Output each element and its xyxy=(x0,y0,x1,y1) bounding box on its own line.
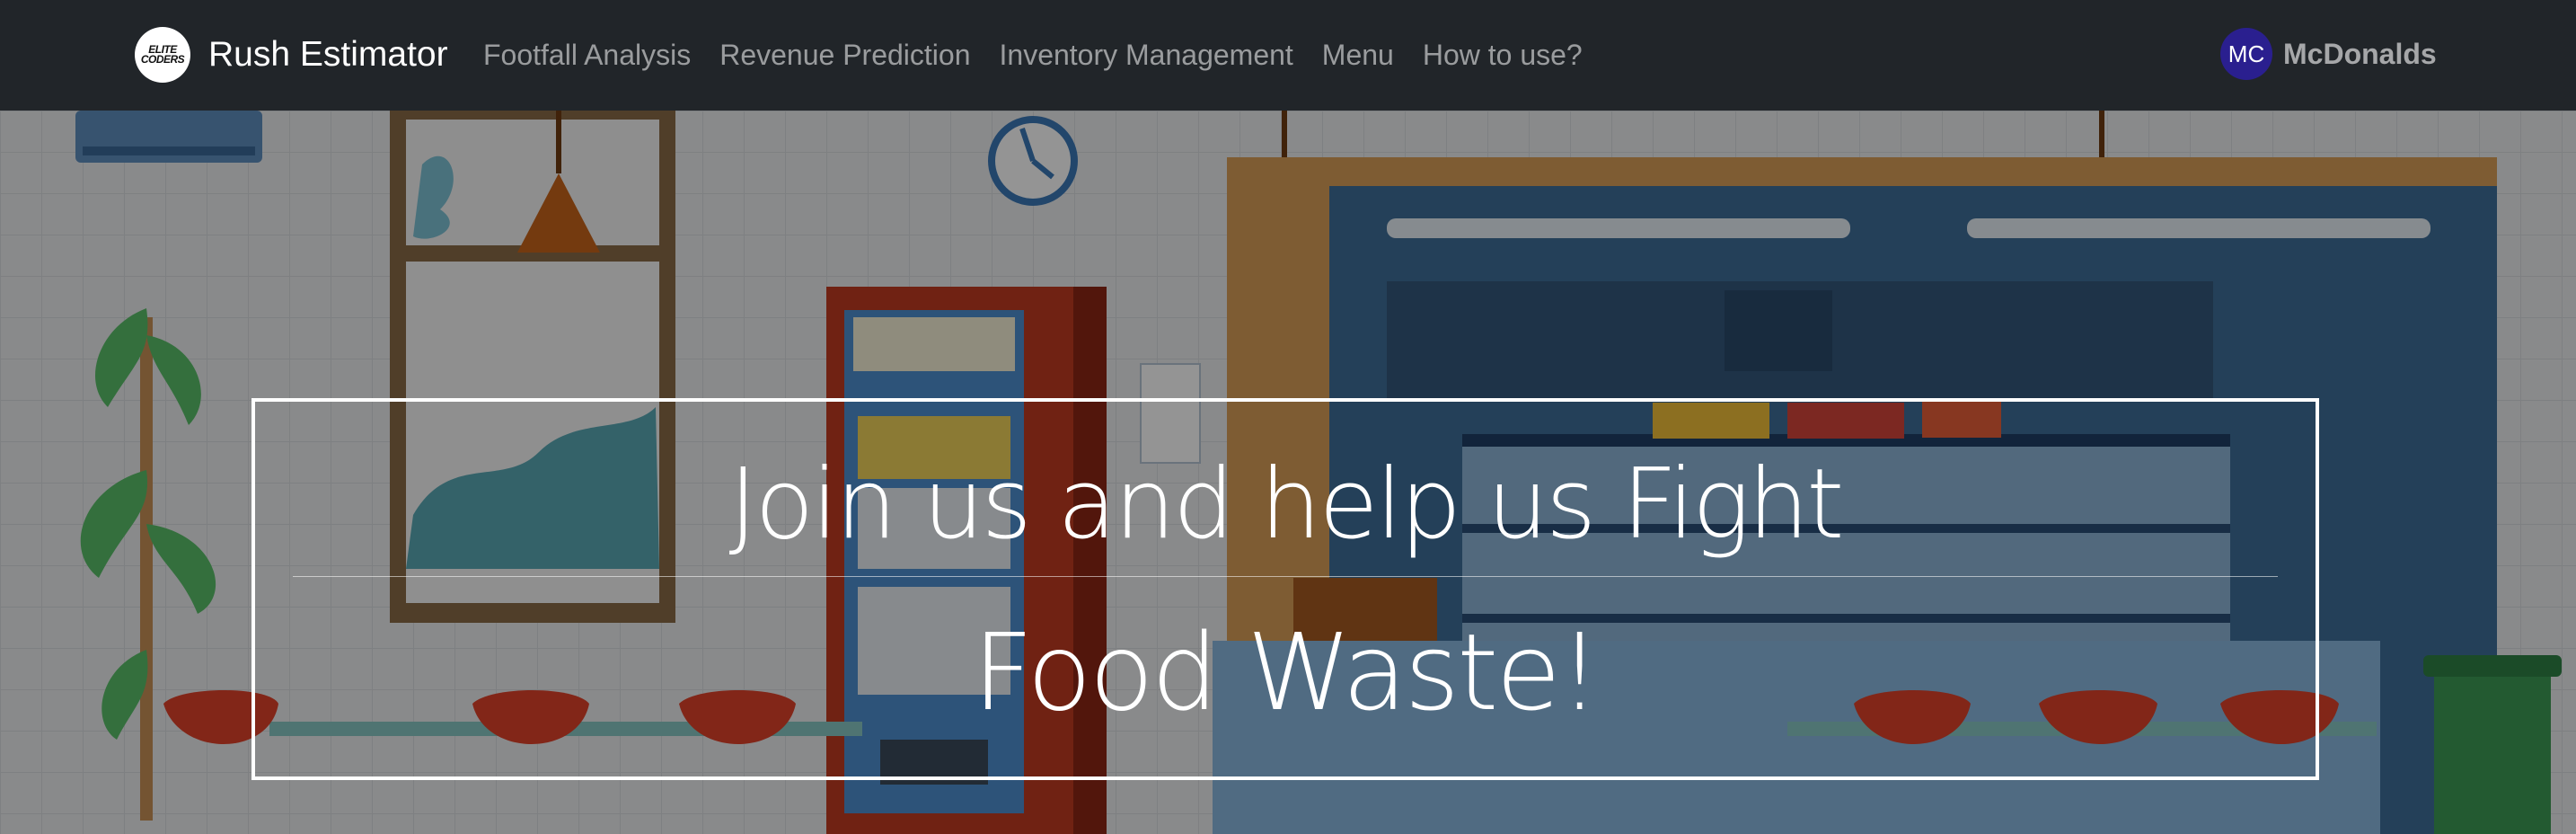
nav-link-revenue-prediction[interactable]: Revenue Prediction xyxy=(719,34,970,75)
elite-coders-logo: ELITE CODERS xyxy=(135,27,190,83)
nav-link-how-to-use[interactable]: How to use? xyxy=(1423,34,1583,75)
hero-banner: Join us and help us Fight Food Waste! xyxy=(0,111,2576,834)
hero-headline-line2: Food Waste! xyxy=(972,610,1601,734)
brand-link[interactable]: ELITE CODERS Rush Estimator xyxy=(135,27,448,83)
nav-link-inventory-management[interactable]: Inventory Management xyxy=(1000,34,1293,75)
user-name: McDonalds xyxy=(2283,37,2437,70)
hero-divider xyxy=(293,576,2278,577)
hero-headline-frame: Join us and help us Fight Food Waste! xyxy=(251,398,2319,780)
nav-links: Footfall Analysis Revenue Prediction Inv… xyxy=(483,34,1611,75)
hero-headline-line1: Join us and help us Fight xyxy=(728,448,1845,561)
brand-name: Rush Estimator xyxy=(208,35,448,74)
user-menu[interactable]: MC McDonalds xyxy=(2220,28,2437,80)
nav-link-footfall-analysis[interactable]: Footfall Analysis xyxy=(483,34,691,75)
nav-link-menu[interactable]: Menu xyxy=(1322,34,1394,75)
user-avatar: MC xyxy=(2220,28,2272,80)
navbar: ELITE CODERS Rush Estimator Footfall Anal… xyxy=(0,0,2576,111)
